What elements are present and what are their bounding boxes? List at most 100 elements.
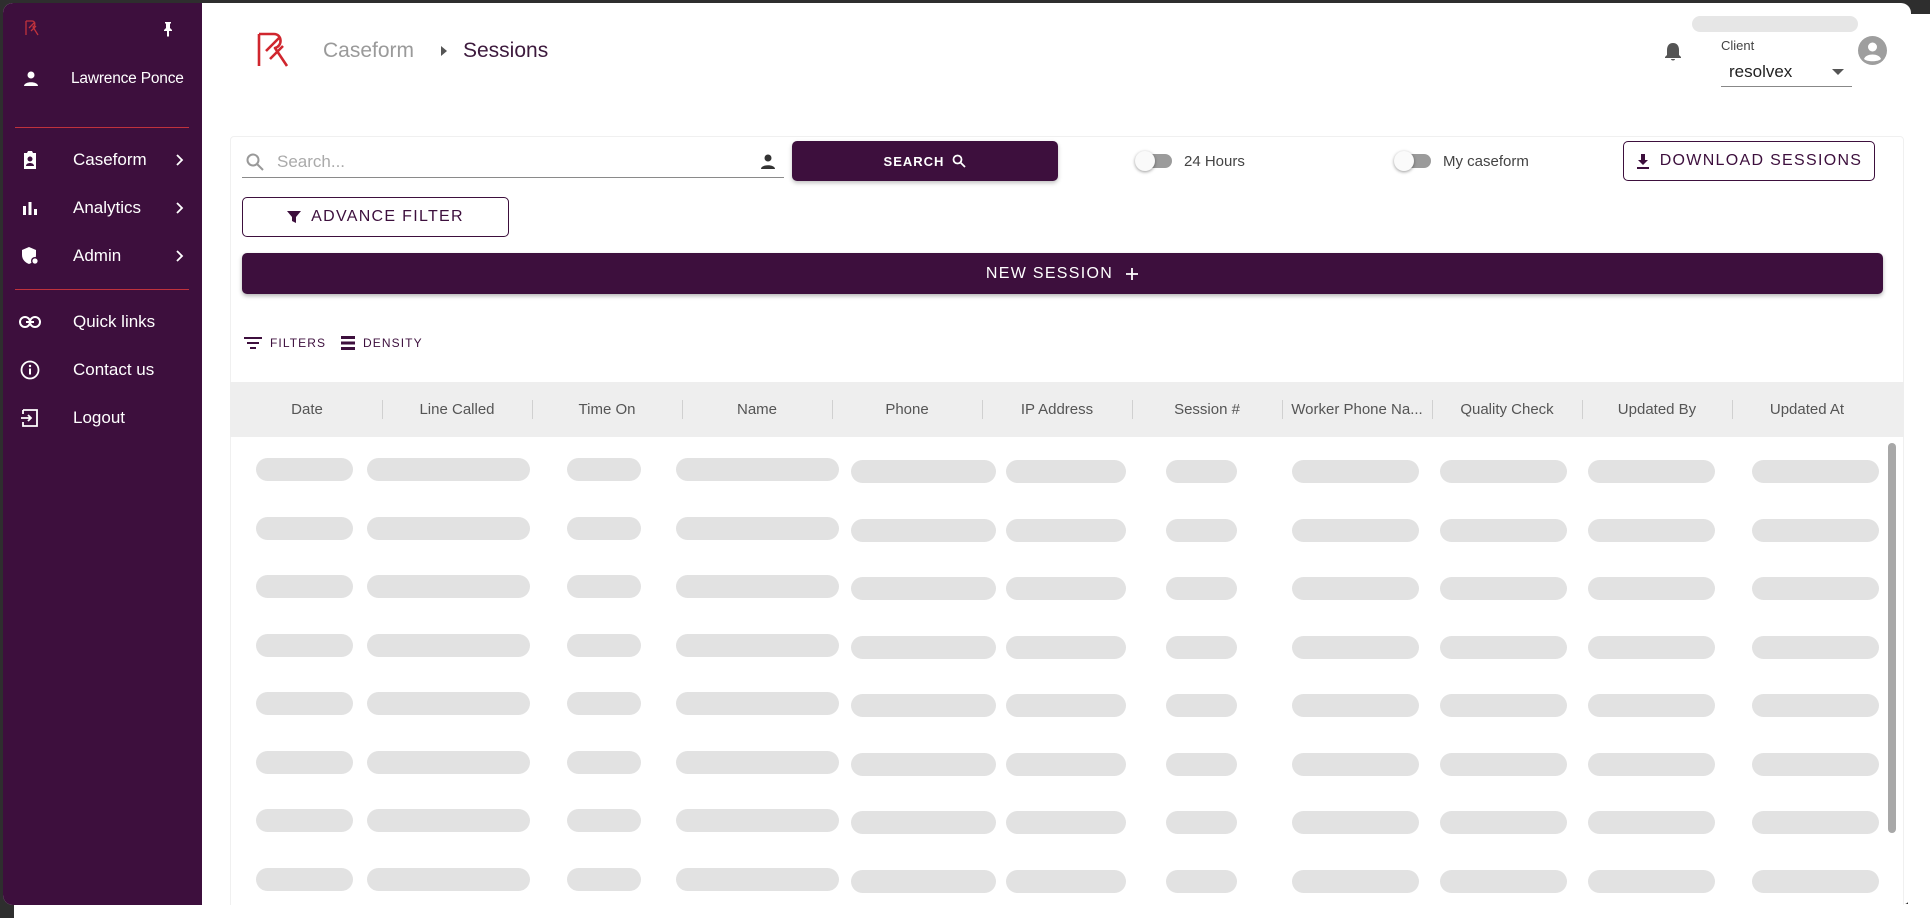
user-filter-icon[interactable] xyxy=(758,152,778,172)
skeleton-cell xyxy=(567,575,641,598)
skeleton-cell xyxy=(367,575,530,598)
search-input[interactable] xyxy=(265,151,758,172)
search-icon xyxy=(953,154,967,168)
skeleton-cell xyxy=(1440,752,1567,776)
density-icon xyxy=(341,336,355,350)
skeleton-cell xyxy=(1006,635,1126,659)
skeleton-cell xyxy=(256,809,353,832)
skeleton-cell xyxy=(676,575,839,598)
column-header[interactable]: Name xyxy=(682,382,832,437)
sidebar-item-analytics[interactable]: Analytics xyxy=(15,191,191,225)
skeleton-cell xyxy=(676,867,839,891)
sidebar-item-label: Admin xyxy=(73,246,122,265)
skeleton-cell xyxy=(1166,869,1237,893)
column-header[interactable]: Line Called xyxy=(382,382,532,437)
column-header[interactable]: Time On xyxy=(532,382,682,437)
column-header[interactable]: Quality Check xyxy=(1432,382,1582,437)
skeleton-cell xyxy=(367,458,530,481)
sidebar-item-quick-links[interactable]: Quick links xyxy=(15,305,191,339)
skeleton-cell xyxy=(851,811,996,834)
skeleton-cell xyxy=(567,809,641,832)
skeleton-cell xyxy=(1166,518,1237,542)
skeleton-cell xyxy=(367,867,530,891)
brand-logo-icon[interactable] xyxy=(256,31,292,69)
skeleton-cell xyxy=(851,635,996,659)
sidebar-item-logout[interactable]: Logout xyxy=(15,401,191,435)
breadcrumb-caseform[interactable]: Caseform xyxy=(323,39,414,63)
skeleton-cell xyxy=(851,577,996,600)
sidebar-item-admin[interactable]: Admin xyxy=(15,239,191,273)
vertical-scrollbar[interactable] xyxy=(1888,443,1896,833)
column-header[interactable]: Updated By xyxy=(1582,382,1732,437)
skeleton-cell xyxy=(1166,752,1237,776)
sidebar-item-contact-us[interactable]: Contact us xyxy=(15,353,191,387)
filters-button[interactable]: FILTERS xyxy=(244,336,326,350)
column-header[interactable]: Phone xyxy=(832,382,982,437)
sidebar-item-label: Caseform xyxy=(73,150,147,169)
column-header[interactable]: Updated At xyxy=(1732,382,1882,437)
skeleton-cell xyxy=(1752,518,1879,542)
skeleton-cell xyxy=(676,692,839,715)
skeleton-cell xyxy=(1752,577,1879,600)
toggle-my-caseform[interactable]: My caseform xyxy=(1394,151,1529,171)
skeleton-cell xyxy=(1752,752,1879,776)
skeleton-cell xyxy=(1440,811,1567,834)
skeleton-cell xyxy=(1752,694,1879,717)
skeleton-cell xyxy=(1588,577,1715,600)
toggle-24-hours[interactable]: 24 Hours xyxy=(1135,151,1245,171)
density-button[interactable]: DENSITY xyxy=(341,336,423,350)
info-icon xyxy=(19,359,41,381)
skeleton-cell xyxy=(1440,518,1567,542)
skeleton-cell xyxy=(1006,752,1126,776)
skeleton-cell xyxy=(1166,694,1237,717)
skeleton-cell xyxy=(1292,635,1419,659)
sidebar-item-caseform[interactable]: Caseform xyxy=(15,143,191,177)
new-session-button[interactable]: NEW SESSION xyxy=(242,253,1883,294)
skeleton-cell xyxy=(851,694,996,717)
caret-down-icon xyxy=(1832,68,1844,75)
client-select[interactable]: resolvex xyxy=(1721,57,1852,87)
skeleton-cell xyxy=(676,750,839,774)
search-button[interactable]: SEARCH xyxy=(792,141,1058,181)
table-header: Date Line Called Time On Name Phone IP Addres… xyxy=(230,382,1904,437)
skeleton-cell xyxy=(676,516,839,540)
search-button-label: SEARCH xyxy=(883,153,945,169)
skeleton-cell xyxy=(676,809,839,832)
avatar[interactable] xyxy=(1858,36,1887,65)
skeleton-cell xyxy=(1292,869,1419,893)
skeleton-cell xyxy=(256,692,353,715)
skeleton-cell xyxy=(1588,635,1715,659)
column-header[interactable]: Date xyxy=(232,382,382,437)
sidebar-item-label: Contact us xyxy=(73,360,155,379)
brand-logo-small-icon[interactable] xyxy=(23,19,41,37)
skeleton-cell xyxy=(567,516,641,540)
loading-placeholder xyxy=(1692,16,1858,32)
skeleton-cell xyxy=(1006,811,1126,834)
search-field[interactable] xyxy=(242,146,784,178)
advance-filter-button[interactable]: ADVANCE FILTER xyxy=(242,197,509,237)
skeleton-cell xyxy=(851,869,996,893)
skeleton-cell xyxy=(1752,635,1879,659)
user-icon xyxy=(24,71,38,86)
skeleton-cell xyxy=(256,633,353,657)
skeleton-cell xyxy=(1588,811,1715,834)
sidebar-user[interactable]: Lawrence Ponce xyxy=(21,69,184,89)
skeleton-cell xyxy=(367,750,530,774)
skeleton-cell xyxy=(1588,694,1715,717)
sidebar-divider xyxy=(15,289,189,290)
skeleton-cell xyxy=(1752,460,1879,483)
pin-icon[interactable] xyxy=(161,21,175,37)
bell-icon[interactable] xyxy=(1663,41,1683,63)
column-header[interactable]: Session # xyxy=(1132,382,1282,437)
skeleton-cell xyxy=(1166,635,1237,659)
column-header[interactable]: IP Address xyxy=(982,382,1132,437)
download-sessions-button[interactable]: DOWNLOAD SESSIONS xyxy=(1623,141,1875,181)
column-header[interactable]: Worker Phone Na... xyxy=(1282,382,1432,437)
skeleton-cell xyxy=(676,633,839,657)
client-label: Client xyxy=(1721,38,1755,53)
toggle-track xyxy=(1135,151,1172,171)
density-label: DENSITY xyxy=(363,336,423,350)
client-select-value: resolvex xyxy=(1729,61,1793,81)
sidebar-user-name: Lawrence Ponce xyxy=(71,70,184,87)
skeleton-cell xyxy=(367,692,530,715)
